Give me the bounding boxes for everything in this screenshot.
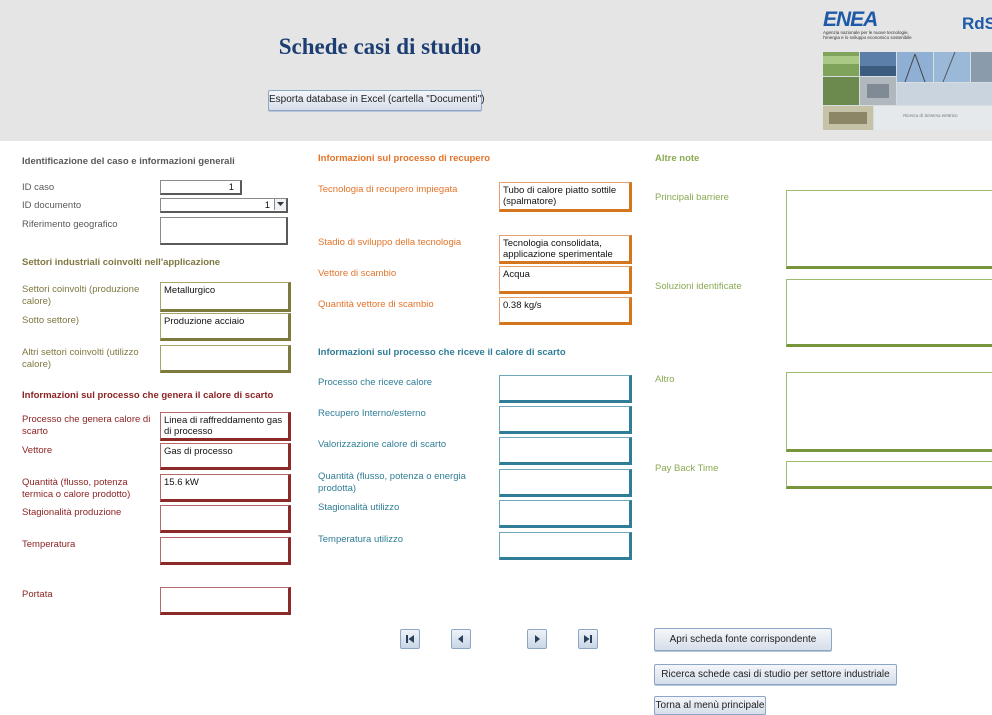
previous-record-button[interactable] [451,629,471,649]
temperatura-utilizzo-label: Temperatura utilizzo [318,534,404,545]
section-settori-heading: Settori industriali coinvolti nell'appli… [22,257,221,268]
quantita-vettore-label: Quantità vettore di scambio [318,299,434,310]
processo-riceve-label: Processo che riceve calore [318,377,433,388]
section-general-heading: Identificazione del caso e informazioni … [22,156,235,167]
portata-label: Portata [22,589,53,600]
barriere-field[interactable] [786,190,992,269]
stagionalita-utilizzo-field[interactable] [499,500,632,528]
settori-label: Settori coinvolti (produzione calore) [22,284,140,307]
torna-menu-button[interactable]: Torna al menù principale [654,696,766,715]
vettore-label: Vettore [22,445,53,456]
quantita-label: Quantità (flusso, potenza termica o calo… [22,477,131,500]
payback-field[interactable] [786,461,992,489]
section-recupero-heading: Informazioni sul processo di recupero [318,153,491,164]
quantita-vettore-field[interactable]: 0.38 kg/s [499,297,632,325]
banner-caption: Ricerca di Sistema elettrico [903,113,958,118]
valorizzazione-label: Valorizzazione calore di scarto [318,439,447,450]
temperatura-label: Temperatura [22,539,76,550]
banner-image: Ricerca di Sistema elettrico [823,52,992,130]
enea-logo-text: ENEA [823,8,878,31]
quantita-energia-label: Quantità (flusso, potenza o energia prod… [318,471,466,494]
sotto-settore-label: Sotto settore) [22,315,80,326]
stadio-label: Stadio di sviluppo della tecnologia [318,237,462,248]
altri-settori-field[interactable] [160,345,291,373]
soluzioni-label: Soluzioni identificate [655,281,742,292]
last-record-button[interactable] [578,629,598,649]
enea-subtitle-2: l'energia e lo sviluppo economico sosten… [823,35,912,40]
vettore-field[interactable]: Gas di processo [160,443,291,470]
banner-photo-collage [823,52,992,130]
page-title: Schede casi di studio [278,34,482,59]
dropdown-arrow-icon[interactable] [274,199,286,210]
quantita-energia-field[interactable] [499,469,632,497]
altro-label: Altro [655,374,675,385]
ricerca-schede-button[interactable]: Ricerca schede casi di studio per settor… [654,664,897,685]
riferimento-field[interactable] [160,217,288,245]
id-documento-label: ID documento [22,200,82,211]
header-bar: Schede casi di studio Esporta database i… [0,0,992,141]
apri-scheda-fonte-button[interactable]: Apri scheda fonte corrispondente [654,628,832,651]
processo-riceve-field[interactable] [499,375,632,403]
id-caso-label: ID caso [22,182,55,193]
sotto-settore-field[interactable]: Produzione acciaio [160,313,291,341]
tecnologia-label: Tecnologia di recupero impiegata [318,184,458,195]
next-record-button[interactable] [527,629,547,649]
section-riceve-heading: Informazioni sul processo che riceve il … [318,347,566,358]
quantita-field[interactable]: 15.6 kW [160,474,291,502]
vettore-scambio-field[interactable]: Acqua [499,266,632,294]
recupero-field[interactable] [499,406,632,434]
id-documento-value: 1 [264,200,270,211]
first-record-icon [406,635,414,643]
previous-record-icon [458,635,463,643]
next-record-icon [535,635,540,643]
enea-logo: ENEA Agenzia nazionale per le nuove tecn… [823,9,943,49]
recupero-label: Recupero Interno/esterno [318,408,426,419]
temperatura-utilizzo-field[interactable] [499,532,632,560]
id-caso-field[interactable]: 1 [160,180,242,195]
settori-field[interactable]: Metallurgico [160,282,291,312]
payback-label: Pay Back Time [655,463,719,474]
valorizzazione-field[interactable] [499,437,632,465]
processo-genera-field[interactable]: Linea di raffreddamento gas di processo [160,412,291,441]
vettore-scambio-label: Vettore di scambio [318,268,397,279]
section-note-heading: Altre note [655,153,700,164]
first-record-button[interactable] [400,629,420,649]
last-record-icon [584,635,592,643]
barriere-label: Principali barriere [655,192,729,203]
id-documento-combobox[interactable]: 1 [160,198,288,213]
soluzioni-field[interactable] [786,279,992,347]
altro-field[interactable] [786,372,992,452]
stagionalita-field[interactable] [160,505,291,533]
riferimento-label: Riferimento geografico [22,219,118,230]
portata-field[interactable] [160,587,291,615]
export-excel-button[interactable]: Esporta database in Excel (cartella "Doc… [268,90,485,111]
tecnologia-field[interactable]: Tubo di calore piatto sottile (spalmator… [499,182,632,212]
processo-genera-label: Processo che genera calore di scarto [22,414,151,437]
altri-settori-label: Altri settori coinvolti (utilizzo calore… [22,347,139,370]
section-genera-heading: Informazioni sul processo che genera il … [22,390,274,401]
rds-logo: RdS [962,14,992,33]
stadio-field[interactable]: Tecnologia consolidata, applicazione spe… [499,235,632,264]
stagionalita-label: Stagionalità produzione [22,507,122,518]
stagionalita-utilizzo-label: Stagionalità utilizzo [318,502,400,513]
temperatura-field[interactable] [160,537,291,565]
